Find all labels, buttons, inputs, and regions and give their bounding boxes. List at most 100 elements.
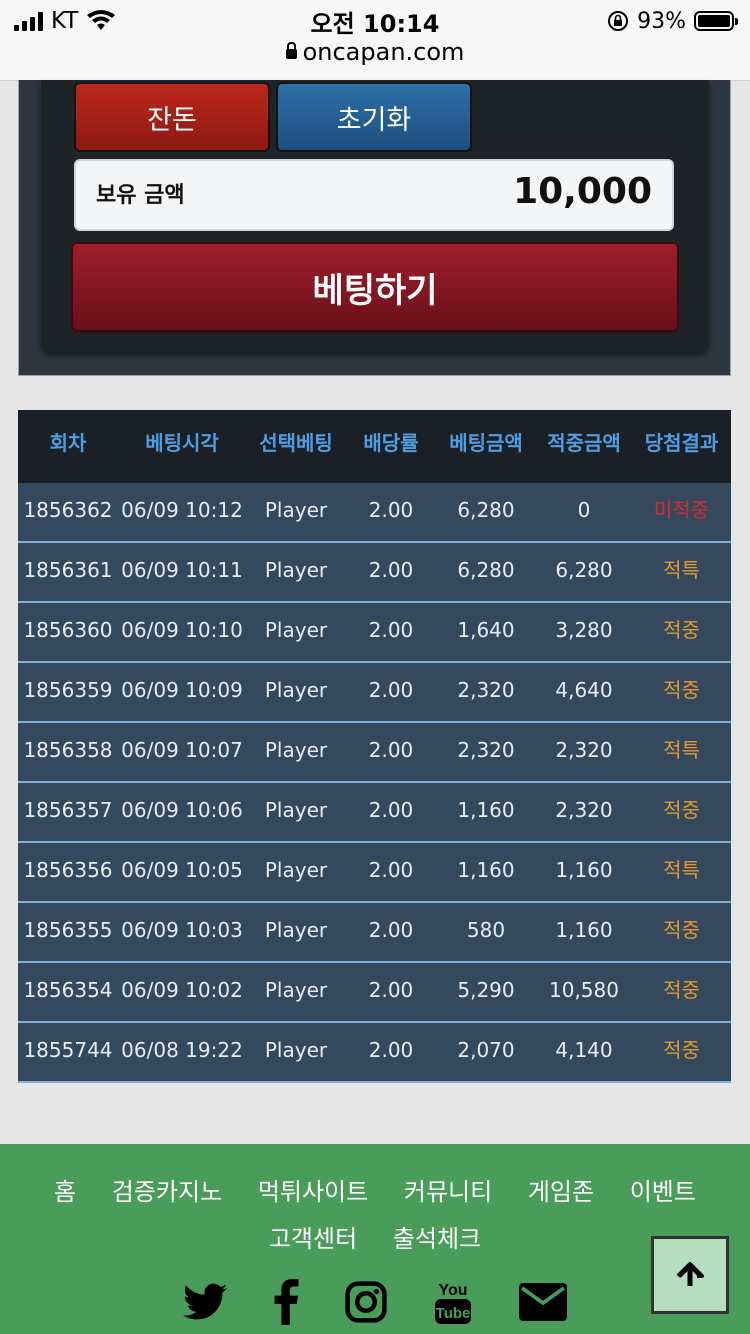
cell-win-amount: 1,160 bbox=[555, 858, 613, 882]
cell-result: 적특 bbox=[663, 738, 700, 762]
cell-round: 1855744 bbox=[23, 1038, 113, 1062]
cell-bet-amount: 1,160 bbox=[457, 858, 515, 882]
cell-choice: Player bbox=[264, 918, 328, 942]
twitter-icon[interactable] bbox=[183, 1283, 227, 1321]
cell-odds: 2.00 bbox=[368, 918, 414, 942]
cell-win-amount: 0 bbox=[577, 498, 591, 522]
nav-events[interactable]: 이벤트 bbox=[630, 1172, 696, 1207]
cell-odds: 2.00 bbox=[368, 798, 414, 822]
cell-choice: Player bbox=[264, 858, 328, 882]
cell-odds: 2.00 bbox=[368, 618, 414, 642]
cell-win-amount: 4,640 bbox=[555, 678, 613, 702]
cell-time: 06/09 10:07 bbox=[121, 738, 243, 762]
cell-result: 적중 bbox=[663, 918, 700, 942]
cell-win-amount: 1,160 bbox=[555, 918, 613, 942]
instagram-icon[interactable] bbox=[345, 1281, 387, 1323]
table-row: 1855744 06/08 19:22 Player 2.00 2,070 4,… bbox=[18, 1023, 731, 1083]
table-row: 1856360 06/09 10:10 Player 2.00 1,640 3,… bbox=[18, 603, 731, 663]
lock-icon bbox=[285, 42, 297, 59]
cell-time: 06/09 10:05 bbox=[121, 858, 243, 882]
cell-choice: Player bbox=[264, 498, 328, 522]
browser-status-bar: KT 오전 10:14 93% oncapan.com bbox=[0, 0, 750, 81]
mail-icon[interactable] bbox=[519, 1283, 567, 1321]
header-result: 당첨결과 bbox=[644, 431, 719, 455]
cell-time: 06/09 10:06 bbox=[121, 798, 243, 822]
cell-round: 1856354 bbox=[23, 978, 113, 1002]
status-right: 93% bbox=[607, 6, 738, 36]
battery-icon bbox=[694, 11, 738, 31]
youtube-icon[interactable]: You Tube bbox=[433, 1278, 473, 1326]
cell-bet-amount: 2,320 bbox=[457, 738, 515, 762]
cell-result: 적중 bbox=[663, 618, 700, 642]
cell-win-amount: 2,320 bbox=[555, 798, 613, 822]
social-links: You Tube bbox=[0, 1278, 750, 1326]
facebook-icon[interactable] bbox=[273, 1279, 299, 1325]
cell-round: 1856362 bbox=[23, 498, 113, 522]
cell-win-amount: 2,320 bbox=[555, 738, 613, 762]
cell-result: 적특 bbox=[663, 858, 700, 882]
cell-time: 06/09 10:03 bbox=[121, 918, 243, 942]
battery-percent: 93% bbox=[637, 8, 686, 34]
cell-bet-amount: 580 bbox=[466, 918, 506, 942]
cell-bet-amount: 2,320 bbox=[457, 678, 515, 702]
cell-bet-amount: 6,280 bbox=[457, 558, 515, 582]
balance-box: 보유 금액 10,000 bbox=[74, 159, 674, 231]
cell-result: 적중 bbox=[663, 678, 700, 702]
table-row: 1856355 06/09 10:03 Player 2.00 580 1,16… bbox=[18, 903, 731, 963]
bet-panel-inner: 잔돈 초기화 보유 금액 10,000 베팅하기 bbox=[41, 80, 709, 352]
address-bar[interactable]: oncapan.com bbox=[0, 38, 750, 66]
header-bet-amount: 베팅금액 bbox=[449, 431, 523, 455]
header-round: 회차 bbox=[49, 431, 87, 455]
cell-odds: 2.00 bbox=[368, 978, 414, 1002]
reset-button[interactable]: 초기화 bbox=[276, 82, 472, 152]
svg-text:You: You bbox=[438, 1282, 467, 1299]
table-row: 1856356 06/09 10:05 Player 2.00 1,160 1,… bbox=[18, 843, 731, 903]
cell-result: 적중 bbox=[663, 1038, 700, 1062]
cell-odds: 2.00 bbox=[368, 858, 414, 882]
cell-result: 적중 bbox=[663, 798, 700, 822]
bet-panel: 잔돈 초기화 보유 금액 10,000 베팅하기 bbox=[18, 80, 731, 376]
nav-game-zone[interactable]: 게임존 bbox=[528, 1172, 594, 1207]
footer-nav-row2: 고객센터 출석체크 bbox=[0, 1219, 750, 1254]
cell-choice: Player bbox=[264, 618, 328, 642]
cell-round: 1856359 bbox=[23, 678, 113, 702]
url-text: oncapan.com bbox=[302, 38, 465, 66]
cell-bet-amount: 5,290 bbox=[457, 978, 515, 1002]
header-win-amount: 적중금액 bbox=[547, 431, 621, 455]
cell-odds: 2.00 bbox=[368, 558, 414, 582]
cell-round: 1856357 bbox=[23, 798, 113, 822]
balance-label: 보유 금액 bbox=[96, 183, 185, 208]
cell-odds: 2.00 bbox=[368, 498, 414, 522]
cell-win-amount: 3,280 bbox=[555, 618, 613, 642]
scroll-to-top-button[interactable] bbox=[651, 1236, 729, 1314]
cell-choice: Player bbox=[264, 678, 328, 702]
table-header: 회차 베팅시각 선택베팅 배당률 베팅금액 적중금액 당첨결과 bbox=[18, 410, 731, 483]
cell-bet-amount: 1,160 bbox=[457, 798, 515, 822]
nav-home[interactable]: 홈 bbox=[54, 1172, 76, 1207]
cell-odds: 2.00 bbox=[368, 1038, 414, 1062]
cell-time: 06/09 10:09 bbox=[121, 678, 243, 702]
cell-round: 1856361 bbox=[23, 558, 113, 582]
arrow-up-icon bbox=[676, 1262, 704, 1286]
place-bet-button[interactable]: 베팅하기 bbox=[71, 242, 679, 332]
table-row: 1856359 06/09 10:09 Player 2.00 2,320 4,… bbox=[18, 663, 731, 723]
cell-result: 미적중 bbox=[653, 498, 710, 522]
cell-win-amount: 6,280 bbox=[555, 558, 613, 582]
cell-win-amount: 10,580 bbox=[549, 978, 619, 1002]
cell-choice: Player bbox=[264, 738, 328, 762]
change-button[interactable]: 잔돈 bbox=[74, 82, 270, 152]
nav-customer-center[interactable]: 고객센터 bbox=[269, 1219, 357, 1254]
table-row: 1856354 06/09 10:02 Player 2.00 5,290 10… bbox=[18, 963, 731, 1023]
nav-community[interactable]: 커뮤니티 bbox=[404, 1172, 492, 1207]
cell-time: 06/09 10:11 bbox=[121, 558, 243, 582]
cell-round: 1856355 bbox=[23, 918, 113, 942]
header-choice: 선택베팅 bbox=[259, 431, 333, 455]
cell-time: 06/09 10:10 bbox=[121, 618, 243, 642]
cell-win-amount: 4,140 bbox=[555, 1038, 613, 1062]
cell-round: 1856356 bbox=[23, 858, 113, 882]
nav-scam-sites[interactable]: 먹튀사이트 bbox=[258, 1172, 368, 1207]
nav-attendance[interactable]: 출석체크 bbox=[393, 1219, 481, 1254]
nav-verified-casino[interactable]: 검증카지노 bbox=[112, 1172, 222, 1207]
header-odds: 배당률 bbox=[363, 431, 419, 455]
svg-text:Tube: Tube bbox=[436, 1305, 471, 1322]
